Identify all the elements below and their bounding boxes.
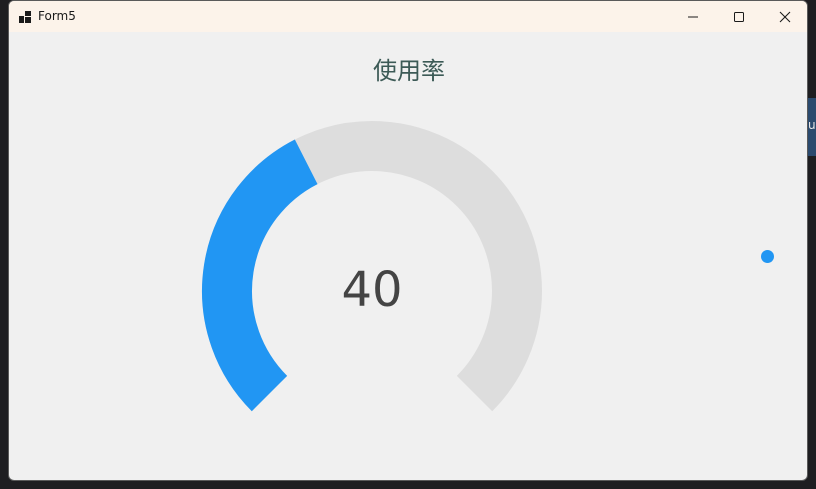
background-window-text: u <box>808 118 816 132</box>
usage-gauge <box>202 121 542 412</box>
gauge-value: 40 <box>341 262 403 318</box>
app-window: Form5 使用率 40 <box>8 0 808 481</box>
status-indicator-dot <box>761 250 774 263</box>
